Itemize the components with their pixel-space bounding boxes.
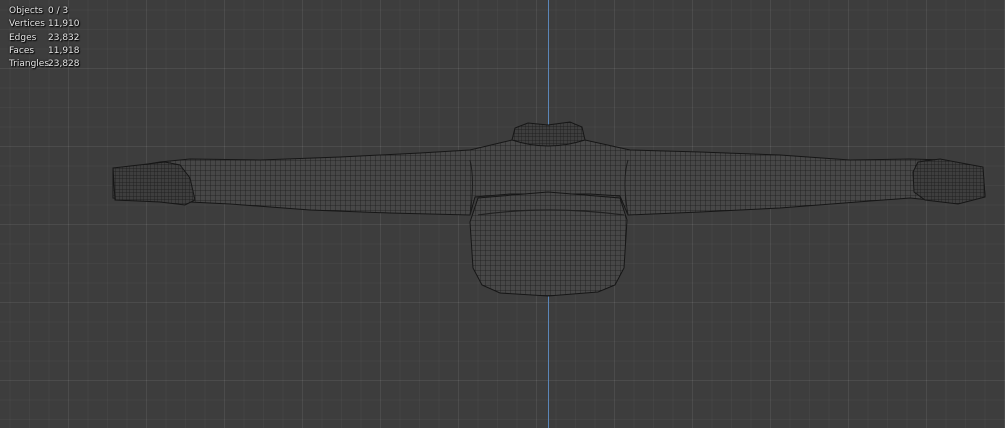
- stat-value: 11,910: [48, 19, 80, 30]
- sweater-hem: [469, 191, 628, 297]
- stat-row-triangles: Triangles 23,828: [9, 58, 80, 71]
- stat-row-edges: Edges 23,832: [9, 32, 80, 45]
- stat-row-objects: Objects 0 / 3: [9, 5, 80, 18]
- overlay-stats-panel: Objects 0 / 3 Vertices 11,910 Edges 23,8…: [9, 5, 80, 71]
- sweater-mesh-wireframe[interactable]: [0, 0, 1005, 428]
- stat-label: Faces: [9, 45, 35, 56]
- sweater-collar: [511, 121, 586, 147]
- stat-row-faces: Faces 11,918: [9, 45, 80, 58]
- stat-value: 23,828: [48, 59, 80, 70]
- stat-label: Edges: [9, 32, 37, 43]
- 3d-viewport[interactable]: Objects 0 / 3 Vertices 11,910 Edges 23,8…: [0, 0, 1005, 428]
- stat-label: Objects: [9, 6, 44, 16]
- stat-value: 11,918: [48, 45, 80, 56]
- right-cuff: [912, 158, 986, 205]
- stat-label: Vertices: [9, 19, 45, 30]
- stat-label: Triangles: [9, 59, 50, 70]
- stat-value: 23,832: [48, 32, 80, 43]
- left-cuff: [112, 161, 196, 206]
- stat-value: 0 / 3: [48, 6, 69, 16]
- stat-row-vertices: Vertices 11,910: [9, 18, 80, 31]
